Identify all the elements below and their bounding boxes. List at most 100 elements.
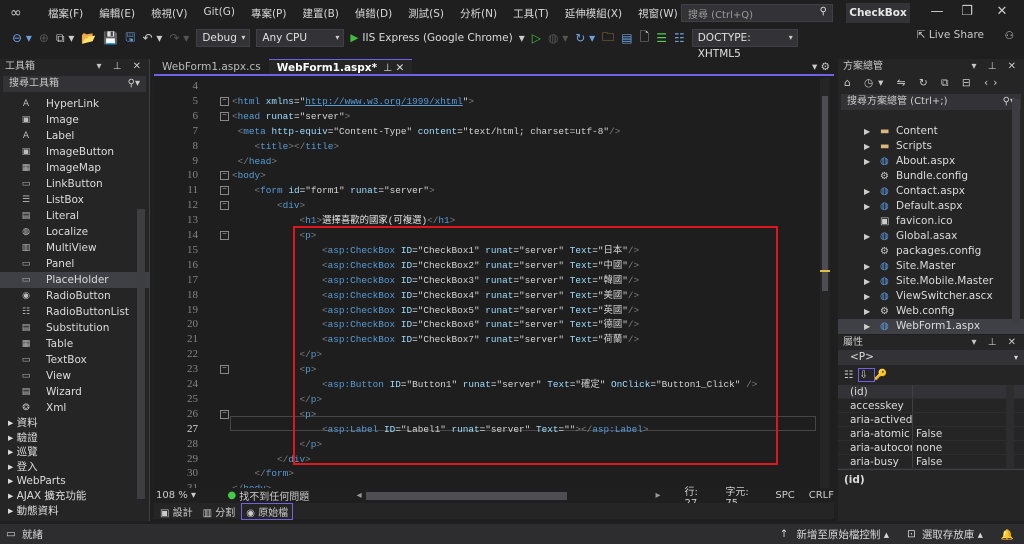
issues-status[interactable]: 找不到任何問題 — [239, 488, 356, 503]
toolbox-item[interactable]: A HyperLink — [0, 96, 149, 112]
alphabetical-icon[interactable]: ⇩ — [858, 368, 876, 382]
solution-item[interactable]: ▶ ◍ Default.aspx — [838, 199, 1024, 214]
expand-arrow-icon[interactable]: ▶ — [864, 319, 870, 334]
code-text[interactable]: </form> — [232, 466, 294, 481]
close-window-button[interactable]: ✕ — [987, 4, 1017, 19]
property-pages-icon[interactable]: 🔑 — [874, 369, 893, 381]
toolbox-item[interactable]: ☷ RadioButtonList — [0, 304, 149, 320]
solution-item[interactable]: ▶ ◍ Global.asax — [838, 229, 1024, 244]
fold-toggle-icon[interactable]: − — [220, 409, 229, 419]
expand-arrow-icon[interactable]: ▶ — [864, 304, 870, 319]
fold-toggle-icon[interactable]: − — [220, 171, 229, 181]
document-icon[interactable]: 🗋 — [640, 28, 650, 49]
expand-arrow-icon[interactable]: ▶ — [864, 139, 870, 154]
solution-item[interactable]: ▶ ▬ Scripts — [838, 139, 1024, 154]
toolbox-group[interactable]: ▸ WebParts — [0, 474, 149, 489]
toolbox-scrollbar[interactable] — [137, 209, 145, 499]
property-row[interactable]: aria-autocomplnone — [838, 441, 1024, 455]
expand-arrow-icon[interactable]: ▶ — [864, 184, 870, 199]
refresh-icon[interactable]: ↻ ▾ — [575, 31, 595, 45]
live-share-button[interactable]: ⇱ Live Share — [917, 29, 984, 41]
toolbox-item[interactable]: ▦ ImageMap — [0, 160, 149, 176]
horizontal-scrollbar[interactable] — [365, 491, 568, 500]
start-without-debug-icon[interactable]: ▷ — [532, 31, 541, 45]
property-row[interactable]: aria-atomic False — [838, 427, 1024, 441]
editor-options-icon[interactable]: ▾ ⚙ — [812, 61, 830, 73]
property-value[interactable]: False — [912, 455, 990, 468]
toolbox-item[interactable]: ▭ TextBox — [0, 352, 149, 368]
undo-icon[interactable]: ↶ ▾ — [143, 31, 163, 45]
search-input[interactable]: 搜尋 (Ctrl+Q) ⚲ — [681, 4, 833, 22]
comment-icon[interactable]: ☰ — [656, 31, 667, 45]
menu-item[interactable]: Git(G) — [195, 6, 243, 21]
redo-icon[interactable]: ↷ ▾ — [169, 31, 189, 45]
scroll-right-icon[interactable]: ▸ — [655, 490, 660, 501]
menu-item[interactable]: 分析(N) — [452, 6, 505, 21]
toolbox-group[interactable]: ▸ 巡覽 — [0, 445, 149, 460]
solution-search-input[interactable]: 搜尋方案總管 (Ctrl+;) ⚲▾ — [841, 94, 1021, 110]
scroll-left-icon[interactable]: ◂ — [357, 490, 362, 501]
run-button[interactable]: IIS Express (Google Chrome) — [362, 32, 512, 44]
menu-item[interactable]: 專案(P) — [243, 6, 295, 21]
code-area[interactable]: 4 5− <html xmlns="http://www.w3.org/1999/x… — [154, 78, 820, 488]
feedback-icon[interactable]: ⚇ — [1005, 30, 1014, 42]
doctype-dropdown[interactable]: DOCTYPE: XHTML5 ▾ — [691, 29, 798, 60]
toolbox-item[interactable]: ▤ Substitution — [0, 320, 149, 336]
solution-item[interactable]: ▣ favicon.ico — [838, 214, 1024, 229]
property-value[interactable] — [912, 385, 990, 398]
toolbox-item[interactable]: ▣ ImageButton — [0, 144, 149, 160]
whitespace-status[interactable]: SPC — [775, 490, 794, 501]
toolbox-item[interactable]: ▭ View — [0, 368, 149, 384]
properties-toolbar[interactable]: ☷⇩🔑 — [838, 365, 1024, 385]
tab-pin-close-icons[interactable]: ⊥ ✕ — [383, 62, 404, 74]
menu-item[interactable]: 工具(T) — [505, 6, 557, 21]
code-text[interactable]: </head> — [232, 154, 277, 169]
forward-icon[interactable]: ⊕ — [39, 31, 49, 45]
select-repository-button[interactable]: 選取存放庫 ▴ — [922, 527, 983, 542]
solution-item[interactable]: ▶ ◍ About.aspx — [838, 154, 1024, 169]
fold-toggle-icon[interactable]: − — [220, 186, 229, 196]
open-file-icon[interactable]: 📂 — [81, 31, 96, 45]
visual-studio-logo-icon[interactable]: ∞ — [10, 5, 32, 21]
fold-toggle-icon[interactable]: − — [220, 201, 229, 211]
toolbox-group[interactable]: ▸ 動態資料 — [0, 504, 149, 519]
property-row[interactable]: (id) — [838, 385, 1024, 399]
property-value[interactable] — [912, 413, 990, 426]
expand-arrow-icon[interactable]: ▶ — [864, 229, 870, 244]
toolbox-item[interactable]: ▦ Table — [0, 336, 149, 352]
toolbox-item[interactable]: ❂ Xml — [0, 400, 149, 416]
notification-icon[interactable]: 🔔 — [1001, 528, 1014, 541]
property-row[interactable]: aria-busy False — [838, 455, 1024, 469]
browse-icon[interactable]: 🗀 — [602, 28, 614, 49]
code-text[interactable]: <div> — [232, 198, 305, 213]
menu-item[interactable]: 延伸模組(X) — [557, 6, 630, 21]
property-value[interactable] — [912, 399, 990, 412]
panel-controls[interactable]: ▾ ⊥ ✕ — [972, 59, 1020, 74]
expand-arrow-icon[interactable]: ▶ — [864, 124, 870, 139]
toolbox-group[interactable]: ▸ 驗證 — [0, 431, 149, 446]
line-ending-status[interactable]: CRLF — [809, 490, 834, 501]
fold-toggle-icon[interactable]: − — [220, 365, 229, 375]
solution-item[interactable]: ⚙ packages.config — [838, 244, 1024, 259]
toolbox-item[interactable]: ▤ Wizard — [0, 384, 149, 400]
editor-vertical-scrollbar[interactable] — [820, 78, 830, 488]
restore-button[interactable]: ❐ — [952, 4, 982, 19]
panel-controls[interactable]: ▾ ⊥ ✕ — [972, 335, 1020, 350]
hot-reload-icon[interactable]: ◍ ▾ — [548, 31, 568, 45]
view-tab[interactable]: ▣ 設計 — [156, 504, 197, 519]
code-text[interactable]: <form id="form1" runat="server"> — [232, 183, 435, 198]
browser-link-icon[interactable]: ▤ — [621, 31, 632, 45]
menu-item[interactable]: 編輯(E) — [91, 6, 143, 21]
property-value[interactable]: False — [912, 427, 990, 440]
back-icon[interactable]: ⊖ ▾ — [12, 31, 32, 45]
code-text[interactable]: <body> — [232, 168, 266, 183]
property-row[interactable]: accesskey — [838, 399, 1024, 413]
view-tab[interactable]: ◉ 原始檔 — [241, 502, 294, 520]
toolbox-item[interactable]: ▭ PlaceHolder — [0, 272, 149, 288]
view-tab[interactable]: ▥ 分割 — [199, 504, 240, 519]
toolbox-item[interactable]: ▤ Literal — [0, 208, 149, 224]
uncomment-icon[interactable]: ☷ — [674, 31, 685, 45]
solution-item[interactable]: ▶ ◍ Site.Mobile.Master — [838, 274, 1024, 289]
tab-file[interactable]: WebForm1.aspx* ⊥ ✕ — [268, 59, 413, 74]
save-icon[interactable]: 💾 — [103, 31, 118, 45]
